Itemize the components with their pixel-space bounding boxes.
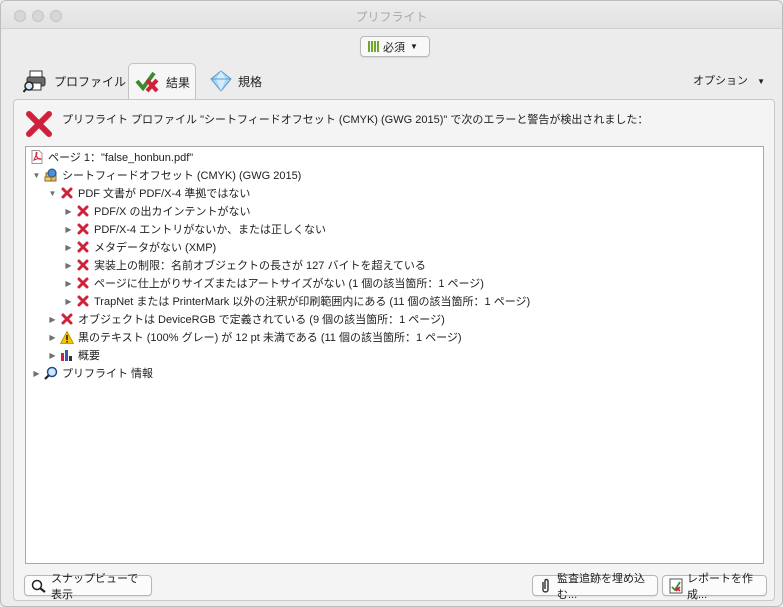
options-label: オプション	[693, 75, 749, 87]
create-report-button[interactable]: レポートを作成...	[662, 573, 767, 601]
disclosure-closed-icon[interactable]: ▶	[32, 369, 41, 378]
tree-item-error[interactable]: ▶ PDF/X の出カインテントがない	[64, 202, 250, 220]
disclosure-closed-icon[interactable]: ▶	[64, 225, 73, 234]
tree-item-error[interactable]: ▶ PDF/X-4 エントリがないか、または正しくない	[64, 220, 326, 238]
tree-item-error[interactable]: ▶ TrapNet または PrinterMark 以外の注釈が印刷範囲内にある…	[64, 292, 530, 310]
overview-chart-icon	[60, 348, 74, 362]
error-x-icon	[60, 186, 74, 200]
results-panel: プリフライト プロファイル "シートフィードオフセット (CMYK) (GWG …	[13, 99, 775, 601]
tab-results[interactable]: 結果	[128, 63, 196, 100]
tab-bar: プロファイル 結果 規格 オプション ▼	[13, 63, 773, 100]
error-x-icon	[76, 276, 90, 290]
create-report-label: レポートを作成...	[687, 572, 753, 601]
disclosure-closed-icon[interactable]: ▶	[64, 297, 73, 306]
disclosure-closed-icon[interactable]: ▶	[64, 279, 73, 288]
tree-label: PDF 文書が PDF/X-4 準拠ではない	[78, 188, 251, 200]
printer-magnifier-icon	[23, 69, 49, 93]
filter-label: 必須	[383, 41, 405, 54]
disclosure-closed-icon[interactable]: ▶	[64, 207, 73, 216]
disclosure-open-icon[interactable]: ▼	[32, 171, 41, 180]
tree-item-pdfx[interactable]: ▼ PDF 文書が PDF/X-4 準拠ではない	[48, 184, 250, 202]
warning-icon	[60, 330, 74, 344]
window-title: プリフライト	[355, 10, 428, 24]
chevron-down-icon: ▼	[757, 77, 765, 86]
tree-label: メタデータがない (XMP)	[94, 242, 217, 254]
error-x-icon	[26, 111, 52, 140]
tab-standards-label: 規格	[238, 74, 263, 89]
bar-chart-icon	[368, 41, 379, 52]
tree-label: プリフライト 情報	[62, 368, 154, 380]
tree-label: シートフィードオフセット (CMYK) (GWG 2015)	[62, 170, 302, 182]
tree-item-error[interactable]: ▶ ページに仕上がりサイズまたはアートサイズがない (1 個の該当箇所：1 ペー…	[64, 274, 484, 292]
title-bar: プリフライト	[1, 1, 782, 29]
disclosure-open-icon[interactable]: ▼	[48, 189, 57, 198]
tree-label: オブジェクトは DeviceRGB で定義されている (9 個の該当箇所：1 ペ…	[78, 314, 445, 326]
error-x-icon	[76, 258, 90, 272]
tree-item-page[interactable]: ページ 1："false_honbun.pdf"	[30, 148, 193, 166]
options-menu[interactable]: オプション ▼	[693, 72, 765, 88]
tree-item-profile[interactable]: ▼ シートフィードオフセット (CMYK) (GWG 2015)	[32, 166, 301, 184]
tree-label: 黒のテキスト (100% グレー) が 12 pt 未満である (11 個の該当…	[78, 332, 462, 344]
error-x-icon	[76, 222, 90, 236]
snap-view-button[interactable]: スナップビューで表示	[24, 573, 152, 601]
preflight-window: プリフライト 必須 ▼ プロファイル 結果 規格 オプション ▼ プリフライト …	[0, 0, 783, 607]
error-x-icon	[76, 294, 90, 308]
disclosure-closed-icon[interactable]: ▶	[48, 333, 57, 342]
pdf-file-icon	[30, 150, 44, 164]
embed-audit-button[interactable]: 監査追跡を埋め込む...	[532, 573, 658, 601]
disclosure-closed-icon[interactable]: ▶	[48, 351, 57, 360]
tree-label: PDF/X の出カインテントがない	[94, 206, 251, 218]
tab-results-label: 結果	[166, 75, 191, 90]
result-summary: プリフライト プロファイル "シートフィードオフセット (CMYK) (GWG …	[26, 108, 648, 140]
disclosure-closed-icon[interactable]: ▶	[64, 261, 73, 270]
check-cross-icon	[135, 70, 161, 94]
filter-dropdown[interactable]: 必須 ▼	[360, 36, 430, 57]
tree-label: 実装上の制限：名前オブジェクトの長さが 127 バイトを超えている	[94, 260, 426, 272]
tree-item-preflight-info[interactable]: ▶ プリフライト 情報	[32, 364, 153, 382]
diamond-icon	[209, 70, 233, 92]
snap-view-label: スナップビューで表示	[51, 572, 139, 601]
error-x-icon	[60, 312, 74, 326]
tree-label: 概要	[78, 350, 100, 362]
tree-item-overview[interactable]: ▶ 概要	[48, 346, 100, 364]
disclosure-closed-icon[interactable]: ▶	[64, 243, 73, 252]
magnifier-icon	[31, 579, 47, 593]
error-x-icon	[76, 204, 90, 218]
error-x-icon	[76, 240, 90, 254]
paperclip-icon	[539, 578, 553, 594]
disclosure-closed-icon[interactable]: ▶	[48, 315, 57, 324]
tree-item-error[interactable]: ▶ 実装上の制限：名前オブジェクトの長さが 127 バイトを超えている	[64, 256, 426, 274]
report-icon	[669, 578, 683, 594]
chevron-down-icon: ▼	[410, 42, 418, 51]
tab-profile-label: プロファイル	[54, 74, 127, 89]
tree-label: PDF/X-4 エントリがないか、または正しくない	[94, 224, 327, 236]
tree-label: ページ 1："false_honbun.pdf"	[48, 152, 194, 164]
tree-item-devicergb[interactable]: ▶ オブジェクトは DeviceRGB で定義されている (9 個の該当箇所：1…	[48, 310, 445, 328]
tree-label: ページに仕上がりサイズまたはアートサイズがない (1 個の該当箇所：1 ページ)	[94, 278, 484, 290]
tree-label: TrapNet または PrinterMark 以外の注釈が印刷範囲内にある (…	[94, 296, 531, 308]
tab-profile[interactable]: プロファイル	[23, 63, 126, 99]
magnifier-icon	[44, 366, 58, 380]
results-tree[interactable]: ページ 1："false_honbun.pdf" ▼ シートフィードオフセット …	[25, 146, 764, 564]
tree-item-error[interactable]: ▶ メタデータがない (XMP)	[64, 238, 216, 256]
embed-audit-label: 監査追跡を埋め込む...	[557, 572, 645, 601]
tree-item-black-text[interactable]: ▶ 黒のテキスト (100% グレー) が 12 pt 未満である (11 個の…	[48, 328, 462, 346]
result-message: プリフライト プロファイル "シートフィードオフセット (CMYK) (GWG …	[62, 114, 649, 126]
preflight-profile-icon	[44, 168, 58, 182]
tab-standards[interactable]: 規格	[209, 63, 262, 99]
